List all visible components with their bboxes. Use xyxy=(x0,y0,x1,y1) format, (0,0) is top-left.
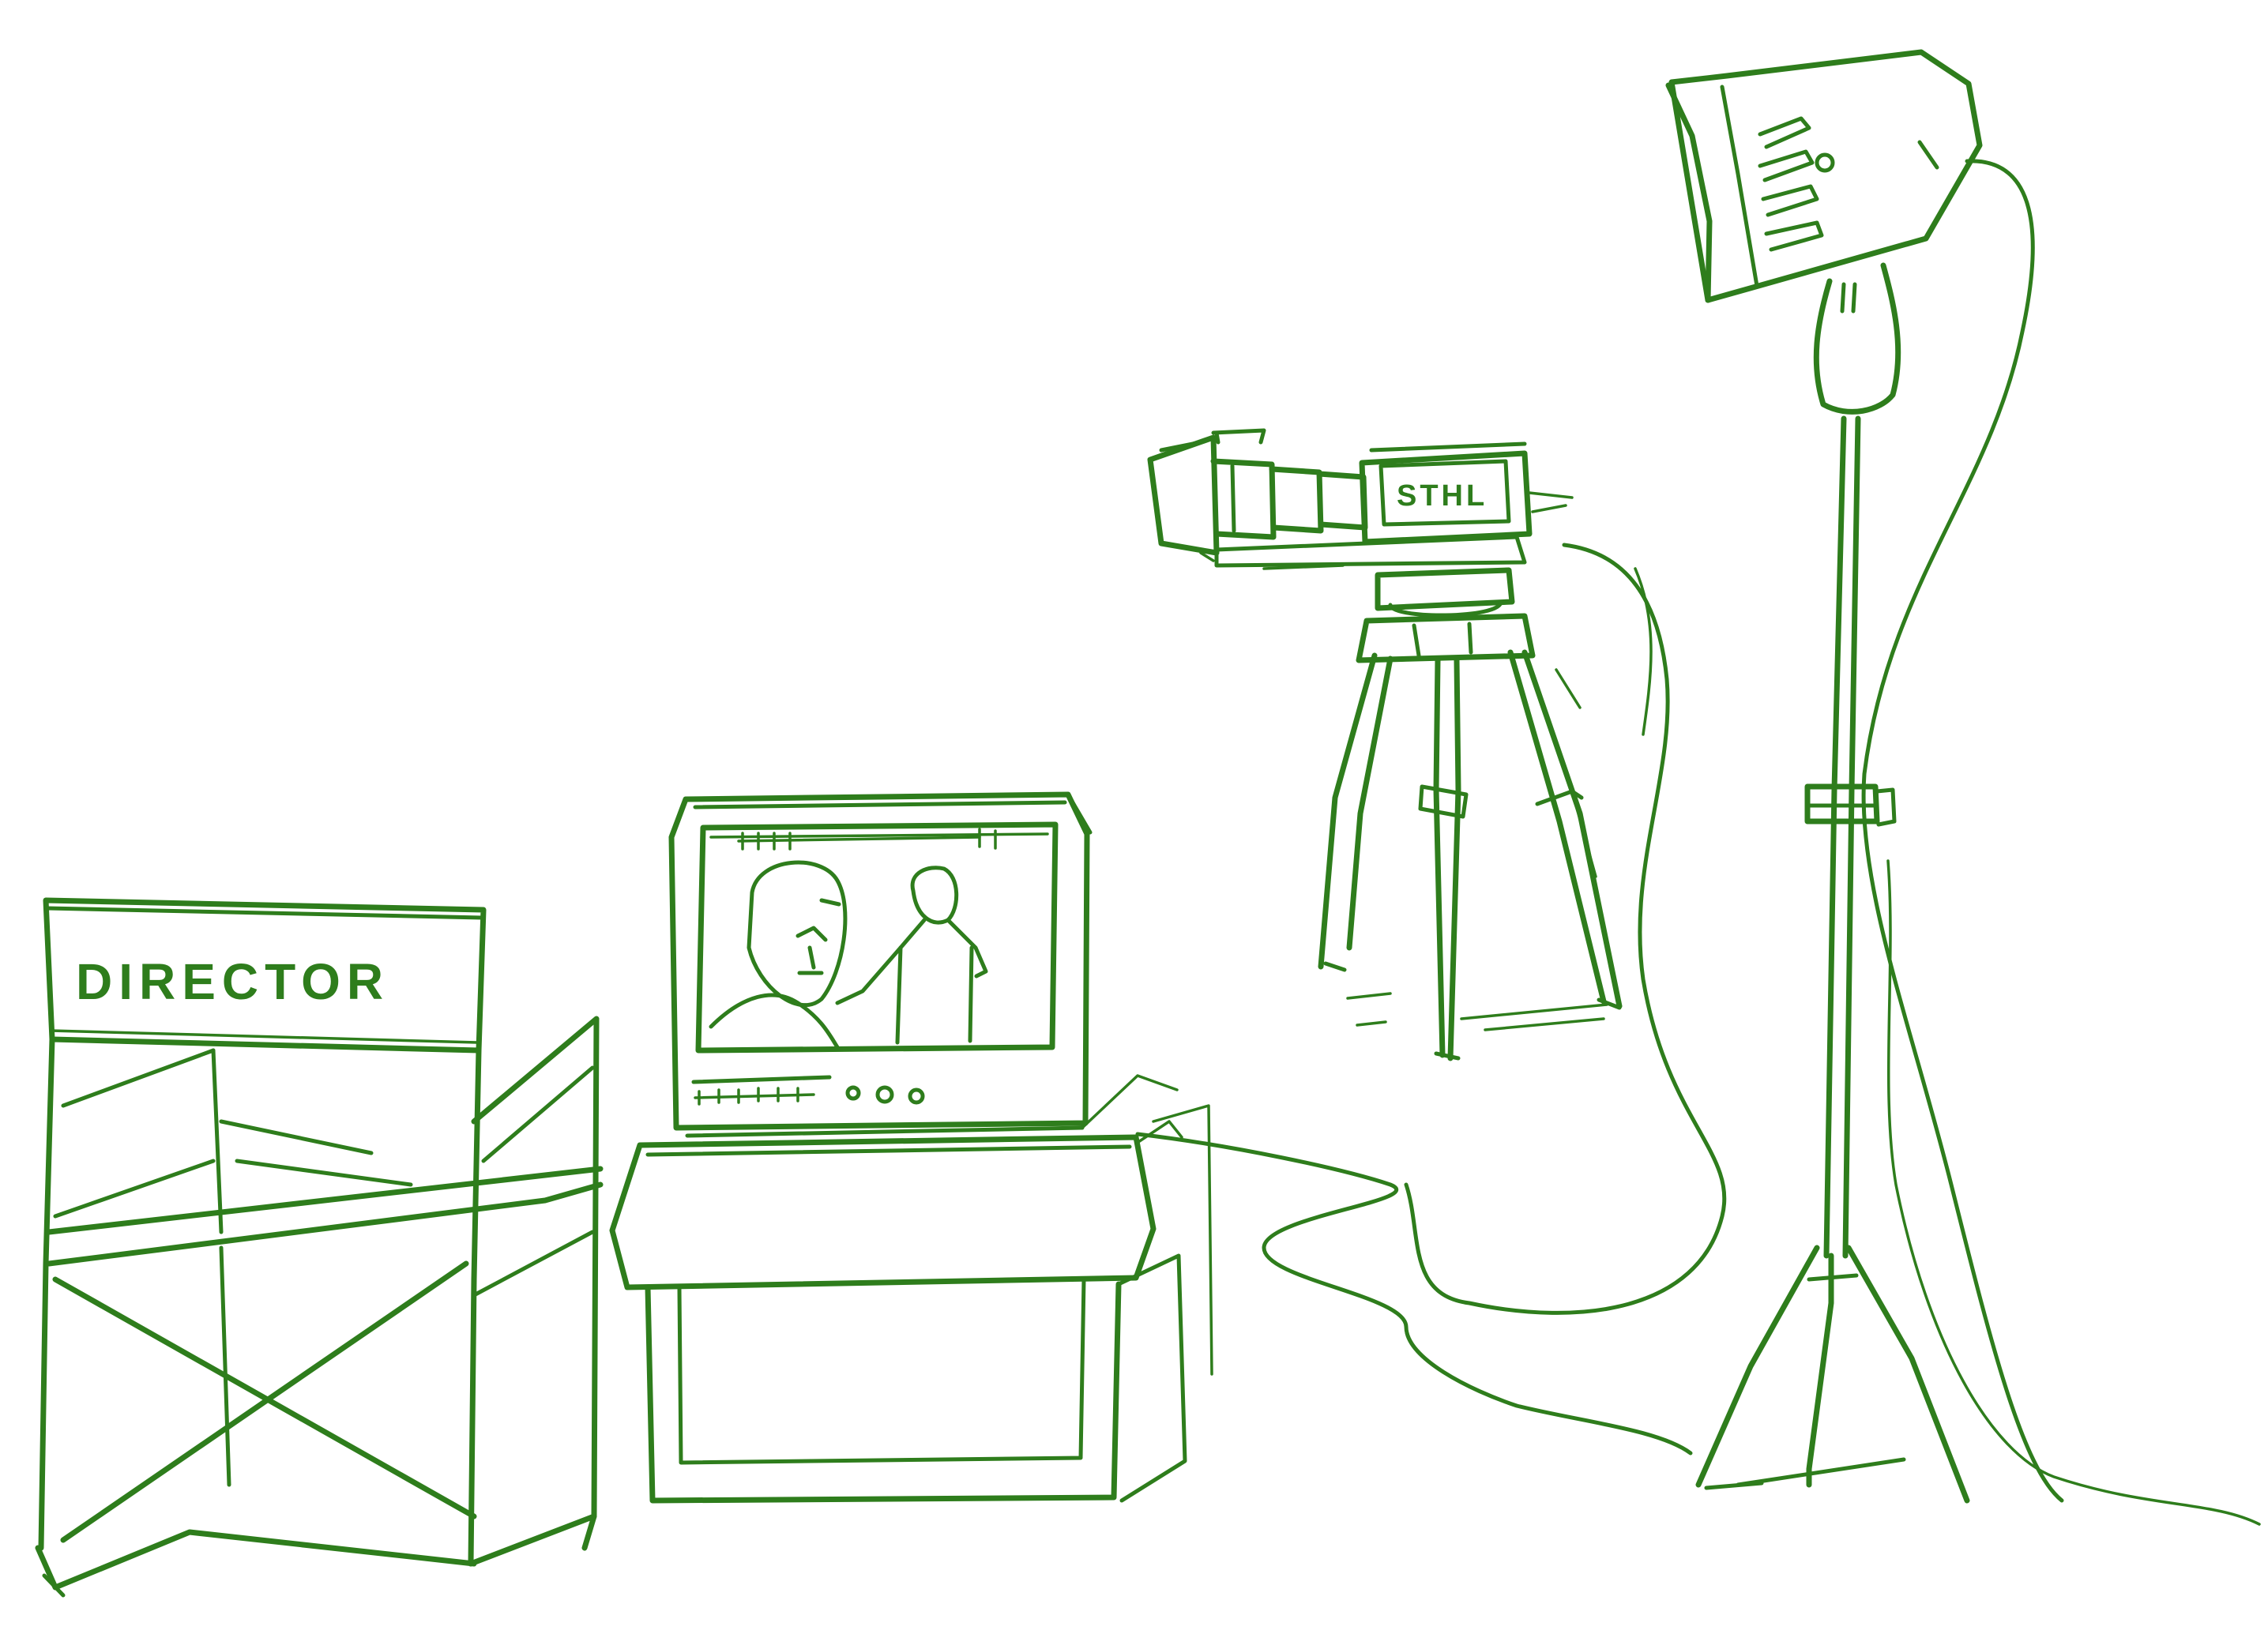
video-camera xyxy=(1147,428,1574,570)
monitor xyxy=(668,791,1179,1138)
studio-light xyxy=(1665,49,1983,415)
light-stand xyxy=(1695,415,1970,1504)
chair-label: DIRECTOR xyxy=(76,953,389,1010)
camera-label: STHL xyxy=(1397,479,1488,513)
studio-sketch: DIRECTOR STHL xyxy=(35,49,2261,1598)
tripod xyxy=(1318,567,1623,1061)
cable xyxy=(1135,159,2261,1526)
monitor-stand xyxy=(609,1104,1213,1504)
